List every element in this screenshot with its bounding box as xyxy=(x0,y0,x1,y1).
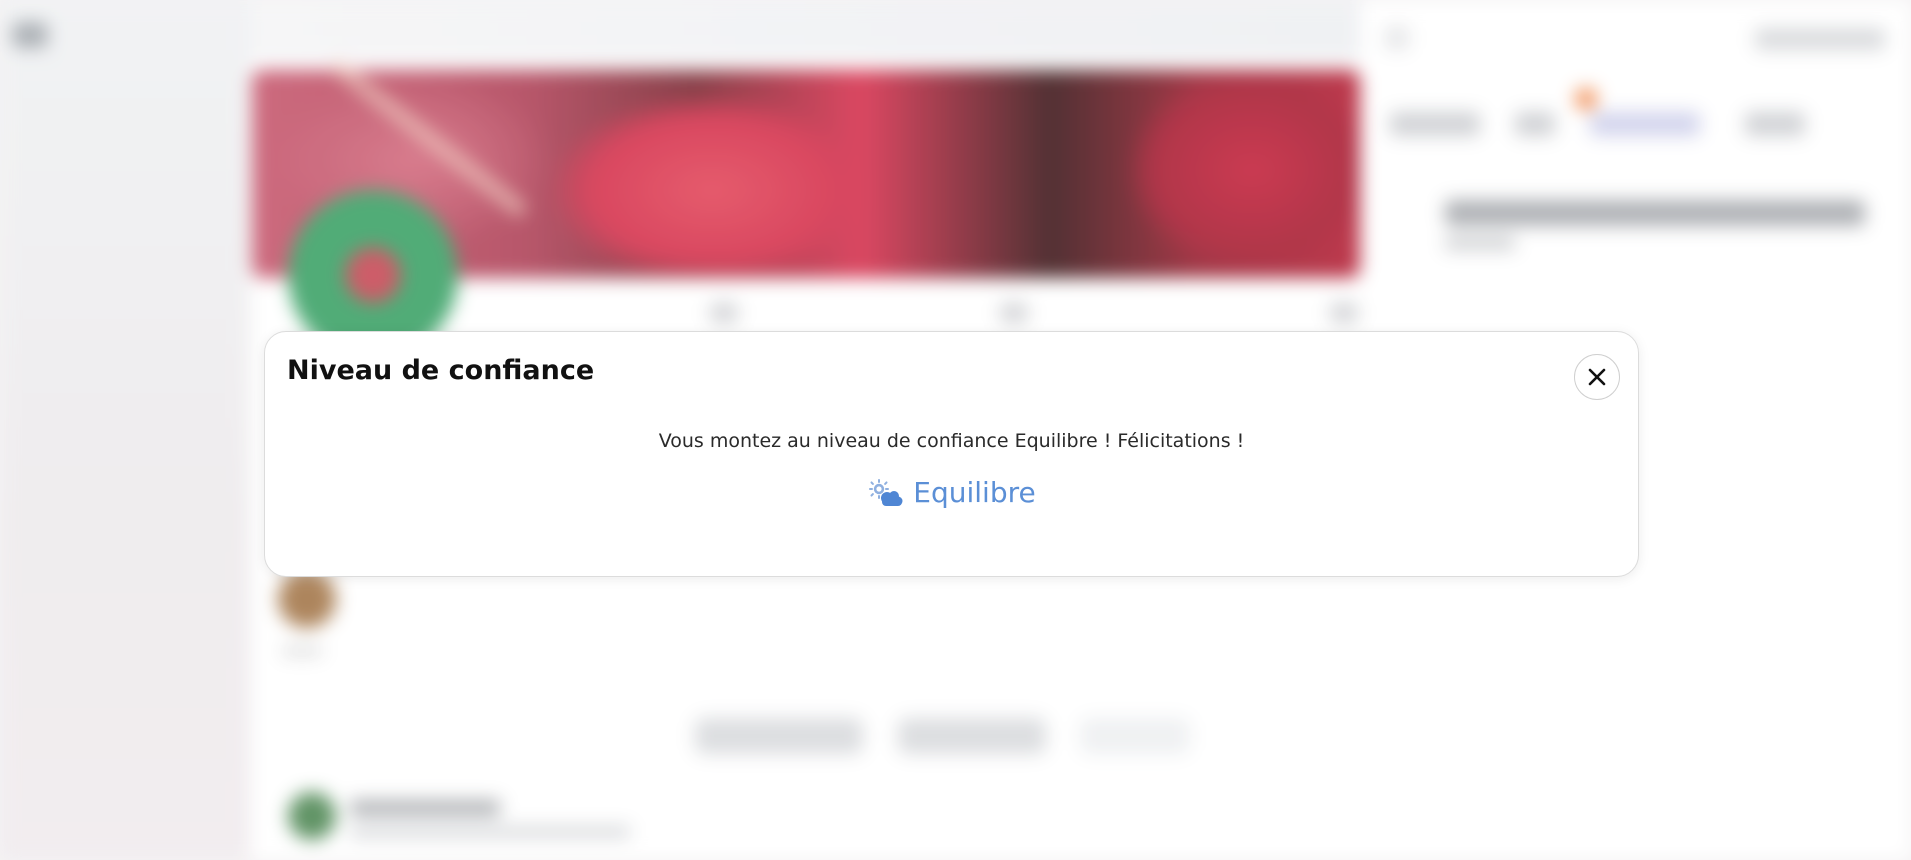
sun-cloud-icon xyxy=(869,478,903,506)
close-icon xyxy=(1588,368,1606,386)
trust-level-name: Equilibre xyxy=(913,476,1036,509)
modal-title: Niveau de confiance xyxy=(287,355,595,386)
trust-level-badge: Equilibre xyxy=(265,476,1638,509)
level-up-message: Vous montez au niveau de confiance Equil… xyxy=(658,430,1245,452)
close-button[interactable] xyxy=(1574,354,1620,400)
trust-level-modal: Niveau de confiance Vous montez au nivea… xyxy=(264,331,1639,577)
